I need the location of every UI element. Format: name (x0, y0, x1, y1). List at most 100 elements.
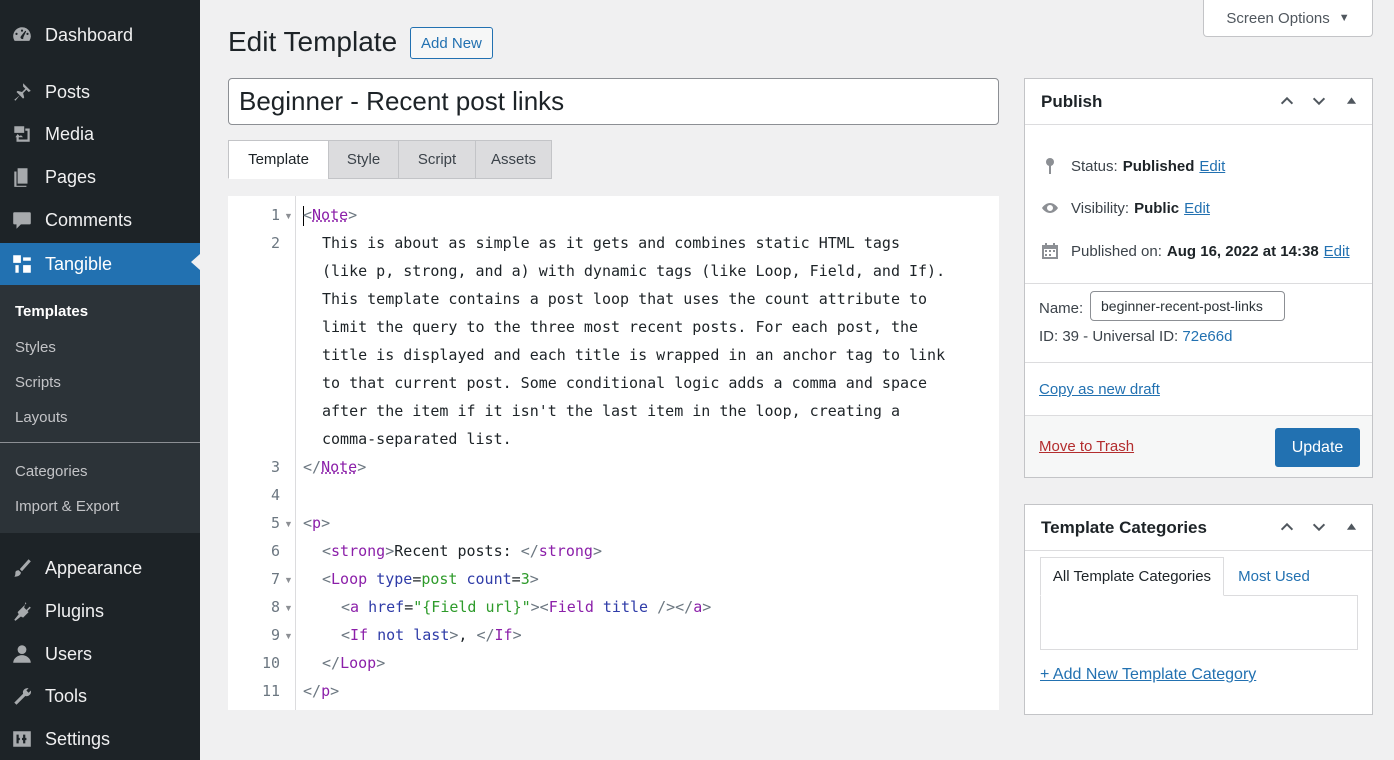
fold-arrow-icon[interactable]: ▼ (284, 603, 293, 613)
submenu-scripts[interactable]: Scripts (15, 374, 61, 391)
code-tag: a (350, 598, 360, 616)
menu-tangible[interactable]: Tangible (0, 243, 200, 285)
code-attr: title (602, 598, 649, 616)
edit-date-link[interactable]: Edit (1324, 243, 1350, 260)
code-line: to that current post. Some conditional l… (322, 374, 928, 392)
tab-all-categories[interactable]: All Template Categories (1040, 557, 1224, 596)
menu-label: Comments (45, 209, 133, 230)
menu-appearance[interactable]: Appearance (0, 549, 200, 587)
screen-options-label: Screen Options (1226, 9, 1330, 27)
published-value: Aug 16, 2022 at 14:38 (1166, 242, 1319, 260)
plug-icon (10, 599, 34, 623)
id-line: ID: 39 - Universal ID: 72e66d (1039, 328, 1232, 345)
submenu-import-export[interactable]: Import & Export (15, 498, 119, 515)
menu-label: Tools (45, 685, 88, 706)
code-attr: not (377, 626, 405, 644)
code-line: </p> (303, 682, 340, 700)
fold-arrow-icon[interactable]: ▼ (284, 575, 293, 585)
tab-most-used[interactable]: Most Used (1224, 557, 1324, 596)
code-line: <If not last>, </If> (341, 626, 522, 644)
name-label: Name: (1039, 300, 1084, 317)
code-tag: Field (548, 598, 594, 616)
submenu-divider (0, 442, 200, 443)
publish-actions: Move to Trash Update (1025, 415, 1372, 477)
menu-settings[interactable]: Settings (0, 720, 200, 758)
submenu-styles[interactable]: Styles (15, 339, 56, 356)
move-to-trash-link[interactable]: Move to Trash (1039, 438, 1134, 455)
categories-header: Template Categories (1025, 505, 1372, 551)
publish-header: Publish (1025, 79, 1372, 125)
menu-posts[interactable]: Posts (0, 73, 200, 111)
tab-style[interactable]: Style (328, 140, 399, 179)
brush-icon (10, 556, 34, 580)
code-value: post (421, 570, 458, 588)
id-text: ID: 39 - Universal ID: (1039, 328, 1179, 345)
fold-arrow-icon[interactable]: ▼ (284, 519, 293, 529)
line-number: 6 (270, 542, 280, 560)
page-title: Edit Template (228, 26, 398, 57)
fold-arrow-icon[interactable]: ▼ (284, 211, 293, 221)
add-category-link[interactable]: + Add New Template Category (1040, 666, 1256, 684)
collapse-icon[interactable] (1342, 92, 1360, 110)
submenu-templates[interactable]: Templates (15, 303, 88, 320)
copy-as-draft-link[interactable]: Copy as new draft (1039, 381, 1160, 398)
code-text: , (458, 626, 477, 644)
menu-media[interactable]: Media (0, 115, 200, 153)
line-number: 1 (270, 206, 280, 224)
divider (1025, 362, 1372, 363)
visibility-row: Visibility: Public Edit (1039, 197, 1210, 219)
submenu-categories[interactable]: Categories (15, 463, 88, 480)
code-tag: Note (321, 458, 358, 476)
line-number-gutter: 1 2 3 4 5 6 7 8 9 10 11 ▼ ▼ ▼ ▼ ▼ (228, 196, 296, 710)
code-editor[interactable]: 1 2 3 4 5 6 7 8 9 10 11 ▼ ▼ ▼ ▼ ▼ <Note>… (228, 196, 999, 710)
menu-label: Tangible (45, 253, 113, 274)
line-number: 8 (270, 598, 280, 616)
status-value: Published (1122, 157, 1195, 175)
menu-label: Posts (45, 81, 91, 102)
move-up-icon[interactable] (1278, 518, 1296, 536)
user-icon (10, 642, 34, 666)
dashboard-icon (10, 23, 34, 47)
code-tag: p (321, 682, 331, 700)
categories-title: Template Categories (1041, 517, 1207, 537)
submenu-layouts[interactable]: Layouts (15, 409, 68, 426)
add-new-button[interactable]: Add New (410, 27, 493, 59)
pages-icon (10, 165, 34, 189)
slug-input[interactable] (1090, 291, 1285, 321)
collapse-icon[interactable] (1342, 518, 1360, 536)
tab-script[interactable]: Script (398, 140, 476, 179)
code-line: </Note> (303, 458, 367, 476)
publish-title: Publish (1041, 91, 1103, 111)
universal-id: 72e66d (1182, 328, 1233, 345)
update-button[interactable]: Update (1275, 428, 1360, 467)
published-label: Published on: (1071, 242, 1162, 260)
menu-users[interactable]: Users (0, 635, 200, 673)
menu-tools[interactable]: Tools (0, 677, 200, 715)
code-value: 3 (520, 570, 530, 588)
fold-arrow-icon[interactable]: ▼ (284, 631, 293, 641)
menu-pages[interactable]: Pages (0, 158, 200, 196)
comment-icon (10, 208, 34, 232)
visibility-label: Visibility: (1071, 199, 1130, 217)
code-line: limit the query to the three most recent… (322, 318, 919, 336)
pin-icon (1039, 155, 1061, 177)
move-down-icon[interactable] (1310, 92, 1328, 110)
code-line: (like p, strong, and a) with dynamic tag… (322, 262, 946, 280)
edit-visibility-link[interactable]: Edit (1184, 200, 1210, 217)
tab-template[interactable]: Template (228, 140, 329, 179)
edit-status-link[interactable]: Edit (1199, 158, 1225, 175)
menu-dashboard[interactable]: Dashboard (0, 16, 200, 54)
screen-options-button[interactable]: Screen Options ▼ (1203, 0, 1373, 37)
calendar-icon (1039, 240, 1061, 262)
tab-assets[interactable]: Assets (475, 140, 552, 179)
menu-plugins[interactable]: Plugins (0, 592, 200, 630)
code-attr: last (413, 626, 450, 644)
code-tag: strong (331, 542, 386, 560)
menu-comments[interactable]: Comments (0, 201, 200, 239)
move-down-icon[interactable] (1310, 518, 1328, 536)
menu-label: Media (45, 123, 95, 144)
line-number: 4 (270, 486, 280, 504)
move-up-icon[interactable] (1278, 92, 1296, 110)
code-attr: href (368, 598, 405, 616)
template-title-input[interactable] (228, 78, 999, 125)
